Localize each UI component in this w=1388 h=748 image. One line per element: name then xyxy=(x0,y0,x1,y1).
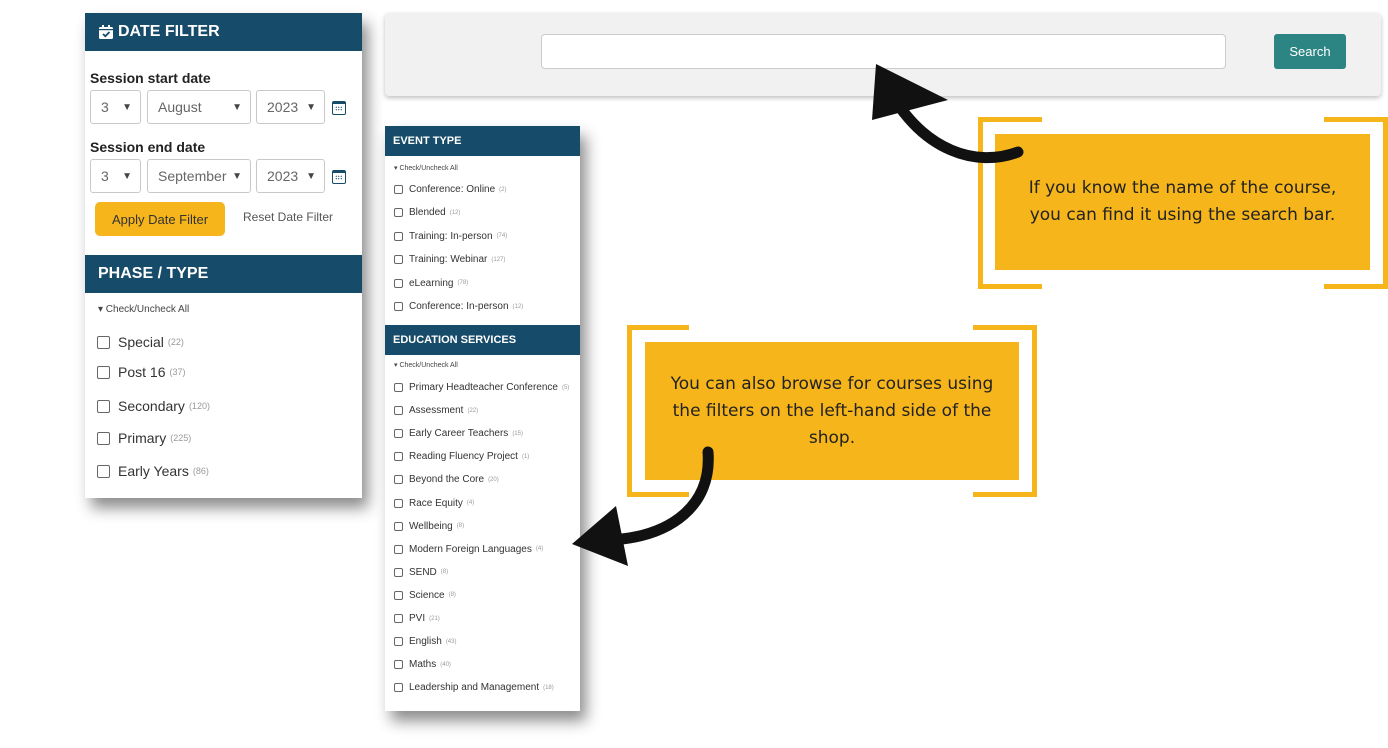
curved-arrow-icon xyxy=(572,446,714,566)
